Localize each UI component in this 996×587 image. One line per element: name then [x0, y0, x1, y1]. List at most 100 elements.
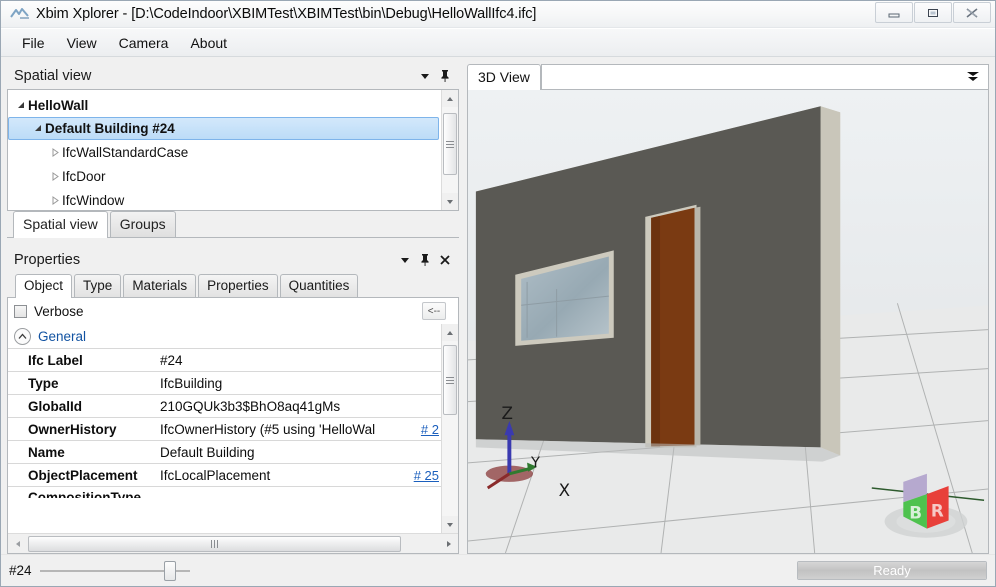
double-chevron-down-icon[interactable] — [966, 70, 980, 85]
expander-collapsed-icon[interactable] — [48, 171, 62, 181]
spatial-view-panel: Spatial view HelloWall Default Building … — [7, 63, 459, 238]
expander-collapsed-icon[interactable] — [48, 147, 62, 157]
table-row[interactable]: CompositionType — [8, 486, 441, 498]
table-row[interactable]: Name Default Building — [8, 440, 441, 463]
scrollbar-track[interactable] — [441, 341, 458, 516]
minimize-button[interactable] — [875, 2, 913, 23]
property-value: IfcOwnerHistory (#5 using 'HelloWal — [160, 421, 376, 437]
property-grid-rows: General Ifc Label #24 Type IfcBuilding G… — [8, 324, 441, 533]
slider-thumb[interactable] — [163, 560, 176, 581]
property-value: IfcLocalPlacement — [160, 467, 271, 483]
table-row[interactable]: Type IfcBuilding — [8, 371, 441, 394]
expander-expanded-icon[interactable] — [31, 124, 45, 133]
title-bar: Xbim Xplorer - [D:\CodeIndoor\XBIMTest\X… — [1, 1, 995, 28]
scrollbar-thumb[interactable] — [28, 535, 401, 552]
scrollbar-grip — [445, 139, 454, 150]
zoom-slider[interactable] — [39, 560, 190, 582]
property-grid-horizontal-scrollbar[interactable] — [8, 533, 458, 553]
table-row[interactable]: GlobalId 210GQUk3b3$BhO8aq41gMs — [8, 394, 441, 417]
table-row[interactable]: ObjectPlacement IfcLocalPlacement # 25 — [8, 463, 441, 486]
tab-spatial-view[interactable]: Spatial view — [13, 211, 108, 238]
scrollbar-track[interactable] — [441, 107, 458, 193]
close-button[interactable] — [953, 2, 991, 23]
scroll-up-arrow-icon[interactable] — [441, 324, 458, 341]
chevron-down-icon[interactable] — [395, 250, 415, 270]
tab-object[interactable]: Object — [15, 274, 73, 298]
svg-text:R: R — [931, 501, 944, 521]
spatial-view-header: Spatial view — [7, 63, 459, 89]
verbose-row: Verbose <-- — [8, 298, 458, 324]
property-key: ObjectPlacement — [28, 467, 138, 483]
properties-tabstrip: Object Type Materials Properties Quantit… — [7, 273, 459, 298]
property-value: IfcBuilding — [160, 375, 223, 391]
menu-item-about[interactable]: About — [179, 31, 238, 55]
status-entity-id: #24 — [9, 563, 32, 578]
scrollbar-thumb[interactable] — [442, 113, 457, 175]
table-row[interactable]: Ifc Label #24 — [8, 348, 441, 371]
svg-text:B: B — [909, 503, 922, 523]
property-key: OwnerHistory — [28, 421, 117, 437]
scrollbar-grip — [445, 375, 454, 386]
property-grid: General Ifc Label #24 Type IfcBuilding G… — [8, 324, 458, 533]
entity-link[interactable]: # 2 — [421, 422, 441, 437]
spatial-tree[interactable]: HelloWall Default Building #24 IfcWallSt… — [7, 89, 459, 211]
tree-item-label: HelloWall — [28, 97, 89, 113]
back-button[interactable]: <-- — [422, 302, 446, 320]
scroll-up-arrow-icon[interactable] — [441, 90, 458, 107]
verbose-checkbox[interactable] — [14, 304, 27, 318]
svg-text:Y: Y — [530, 453, 541, 471]
property-section-general[interactable]: General — [8, 324, 441, 348]
scrollbar-track[interactable] — [26, 535, 440, 553]
tree-item-ifcwindow[interactable]: IfcWindow — [8, 188, 441, 210]
pin-icon[interactable] — [415, 250, 435, 270]
scroll-right-arrow-icon[interactable] — [440, 535, 457, 552]
close-icon[interactable] — [435, 250, 455, 270]
tab-materials[interactable]: Materials — [123, 274, 197, 297]
property-section-label: General — [38, 328, 87, 344]
left-dock-tabstrip: Spatial view Groups — [7, 210, 459, 238]
scroll-left-arrow-icon[interactable] — [9, 535, 26, 552]
property-grid-vertical-scrollbar[interactable] — [441, 324, 458, 533]
entity-link[interactable]: # 25 — [414, 468, 441, 483]
scrollbar-thumb[interactable] — [442, 345, 457, 415]
chevron-down-icon[interactable] — [415, 66, 435, 86]
property-value: 210GQUk3b3$BhO8aq41gMs — [160, 398, 341, 414]
scroll-down-arrow-icon[interactable] — [441, 516, 458, 533]
tree-item-ifcwallstandardcase[interactable]: IfcWallStandardCase — [8, 140, 441, 164]
3d-scene[interactable]: Z Y X B R — [468, 90, 988, 553]
properties-header: Properties — [7, 247, 459, 273]
scroll-down-arrow-icon[interactable] — [441, 193, 458, 210]
property-key: Ifc Label — [28, 352, 83, 368]
properties-title: Properties — [14, 252, 81, 268]
menu-item-camera[interactable]: Camera — [108, 31, 180, 55]
tree-item-default-building[interactable]: Default Building #24 — [8, 117, 439, 140]
view-tabstrip: 3D View — [467, 63, 989, 90]
progress-bar-label: Ready — [873, 563, 911, 578]
collapse-up-icon[interactable] — [14, 327, 31, 345]
tab-properties[interactable]: Properties — [198, 274, 278, 297]
tree-item-label: IfcWindow — [62, 192, 125, 208]
property-value: Default Building — [160, 444, 255, 460]
3d-scene-render: Z Y X B R — [468, 90, 988, 553]
verbose-label: Verbose — [34, 303, 84, 319]
pin-icon[interactable] — [435, 66, 455, 86]
tab-groups[interactable]: Groups — [109, 211, 176, 237]
expander-expanded-icon[interactable] — [14, 101, 28, 110]
tab-quantities[interactable]: Quantities — [279, 274, 359, 297]
tree-vertical-scrollbar[interactable] — [441, 90, 458, 210]
tree-item-ifcdoor[interactable]: IfcDoor — [8, 164, 441, 188]
application-window: Xbim Xplorer - [D:\CodeIndoor\XBIMTest\X… — [0, 0, 996, 587]
property-key: Type — [28, 375, 59, 391]
property-key: GlobalId — [28, 398, 82, 414]
tab-3d-view[interactable]: 3D View — [467, 64, 541, 90]
tree-item-hellowall[interactable]: HelloWall — [8, 93, 441, 117]
svg-text:X: X — [559, 481, 571, 501]
menu-item-file[interactable]: File — [11, 31, 56, 55]
expander-collapsed-icon[interactable] — [48, 195, 62, 205]
restore-button[interactable] — [914, 2, 952, 23]
3d-viewport[interactable]: Z Y X B R — [467, 89, 989, 554]
tab-type[interactable]: Type — [74, 274, 122, 297]
table-row[interactable]: OwnerHistory IfcOwnerHistory (#5 using '… — [8, 417, 441, 440]
progress-bar: Ready — [797, 561, 987, 580]
menu-item-view[interactable]: View — [56, 31, 108, 55]
